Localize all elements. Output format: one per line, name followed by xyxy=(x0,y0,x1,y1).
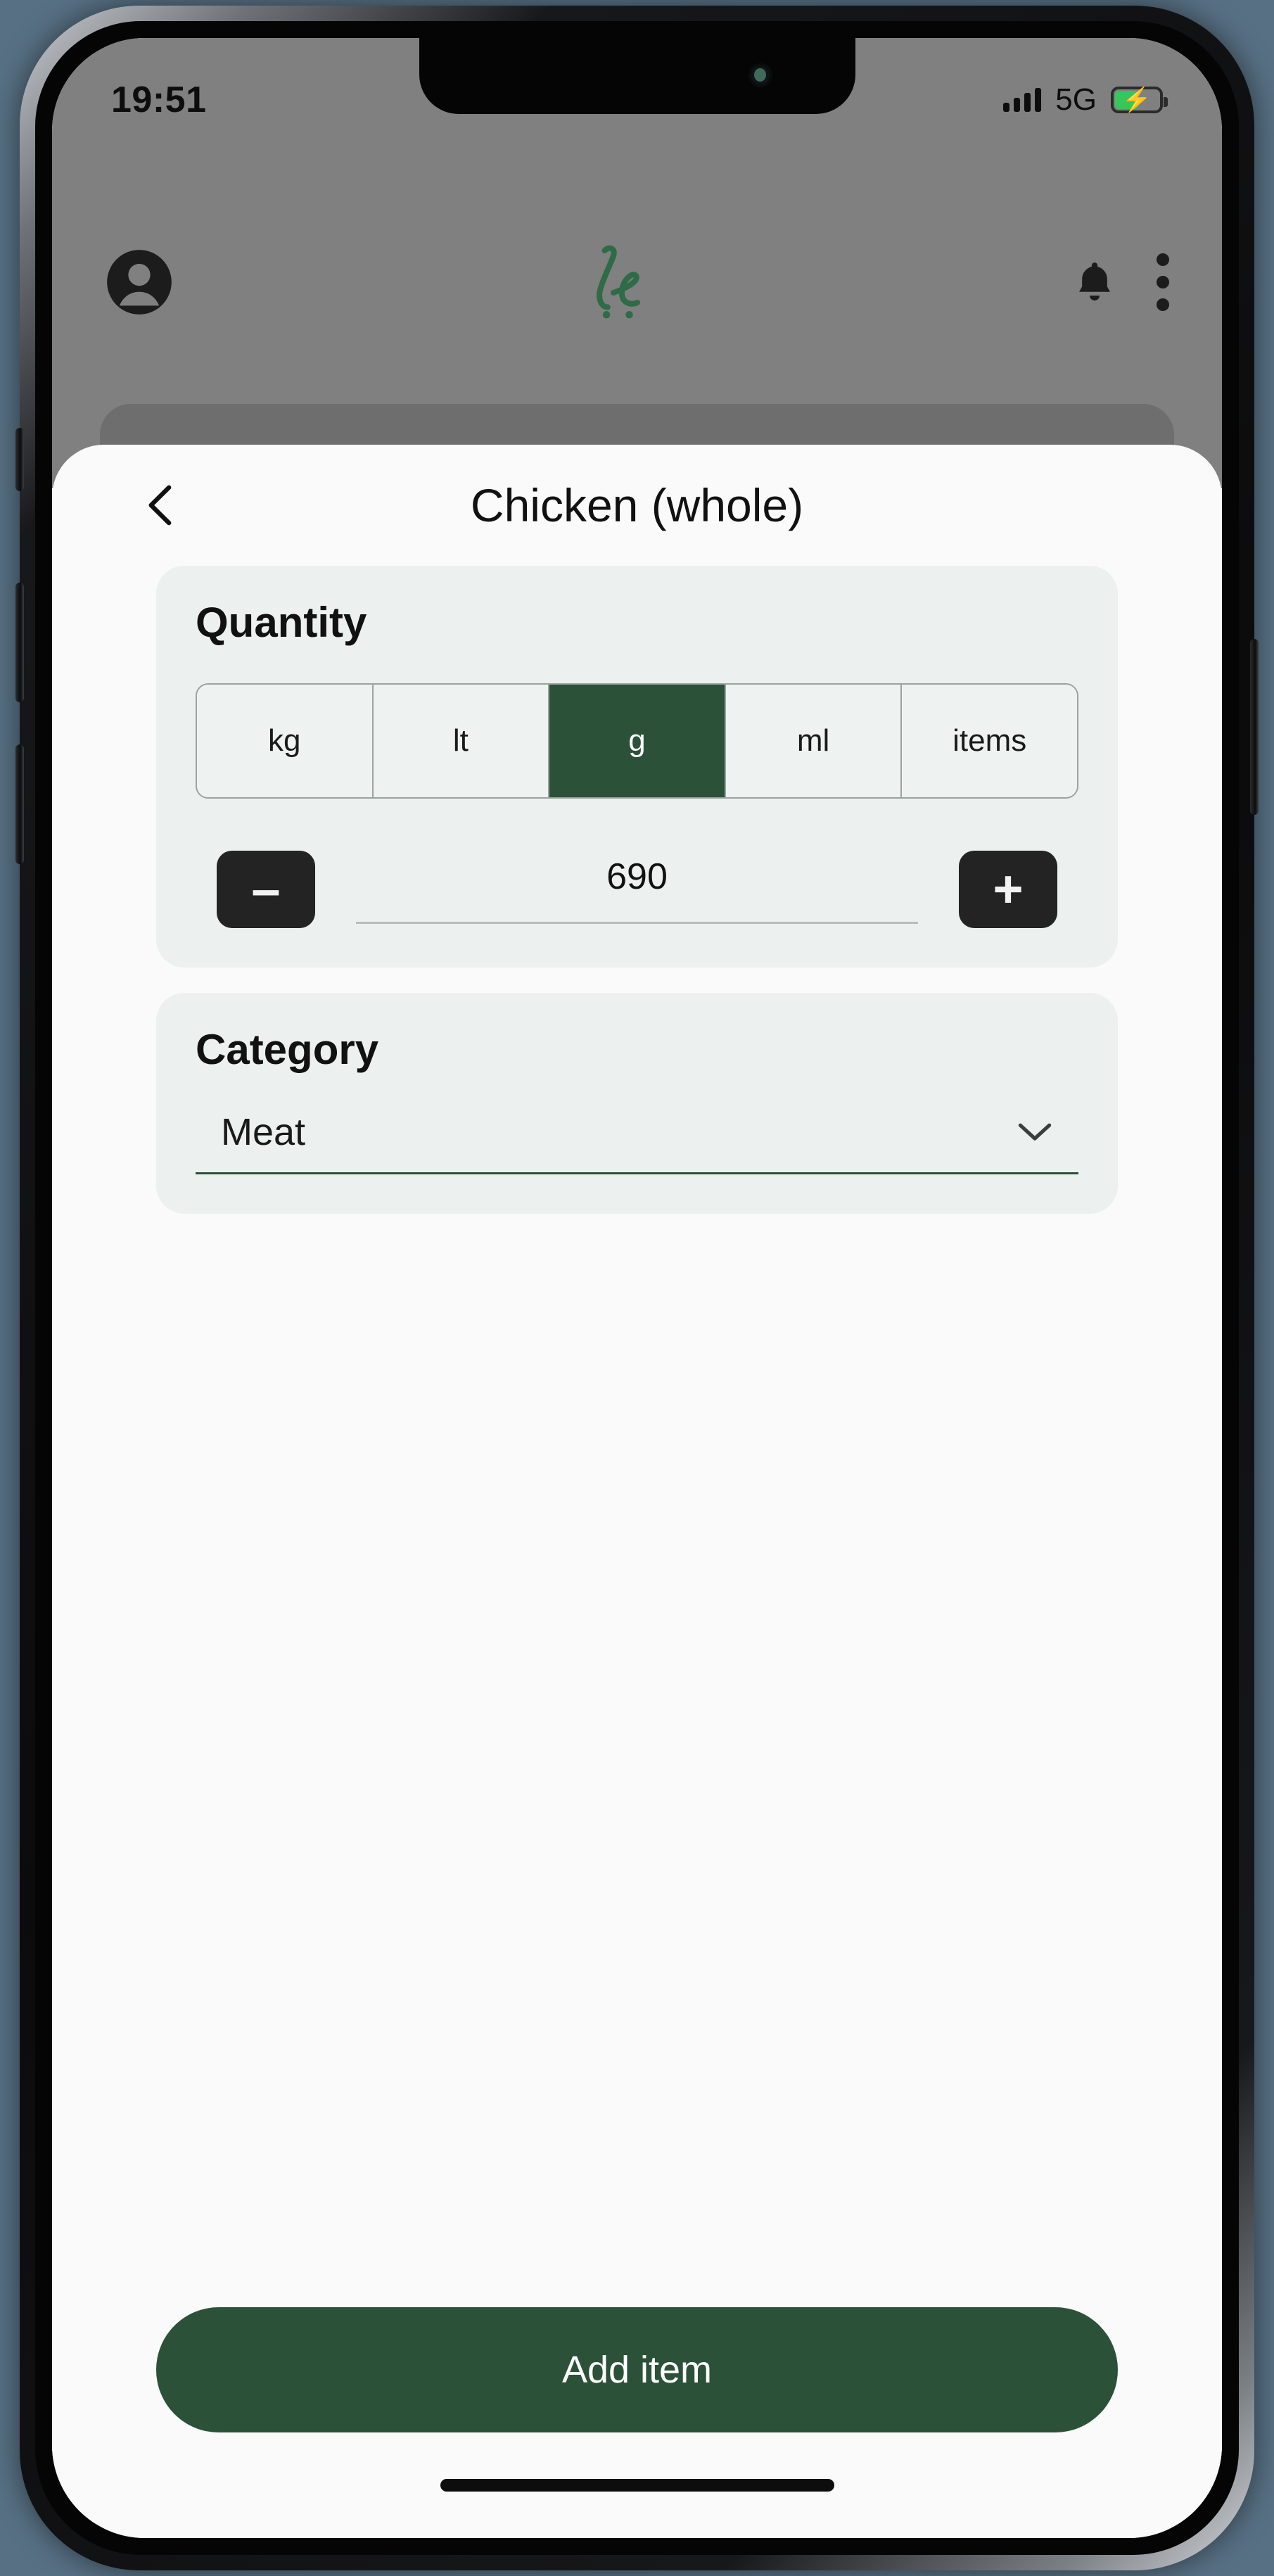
front-camera-icon xyxy=(748,63,772,87)
sheet-spacer xyxy=(52,1239,1222,2307)
sheet-header: Chicken (whole) xyxy=(52,445,1222,566)
chevron-down-icon xyxy=(1017,1121,1053,1143)
home-indicator-area xyxy=(52,2432,1222,2538)
category-card: Category Meat xyxy=(156,993,1118,1214)
sheet-footer: Add item xyxy=(52,2307,1222,2432)
status-bar-time: 19:51 xyxy=(111,80,207,120)
page-title: Chicken (whole) xyxy=(470,479,804,531)
account-circle-icon[interactable] xyxy=(104,247,174,317)
volume-up-button[interactable] xyxy=(15,583,24,702)
phone-screen: 19:51 5G ⚡ Chicken (whole) Quantity kg l… xyxy=(52,38,1222,2538)
unit-option-kg[interactable]: kg xyxy=(197,685,374,797)
unit-option-ml[interactable]: ml xyxy=(725,685,903,797)
volume-down-button[interactable] xyxy=(15,744,24,864)
home-indicator[interactable] xyxy=(440,2479,834,2492)
category-selected-value: Meat xyxy=(221,1111,306,1153)
unit-option-g[interactable]: g xyxy=(549,685,726,797)
quantity-section-title: Quantity xyxy=(196,599,367,646)
item-detail-bottom-sheet: Chicken (whole) Quantity kg lt g ml item… xyxy=(52,445,1222,2538)
charging-bolt-icon: ⚡ xyxy=(1121,87,1152,113)
category-dropdown[interactable]: Meat xyxy=(196,1110,1078,1174)
decrement-button[interactable]: – xyxy=(217,851,315,928)
unit-option-items[interactable]: items xyxy=(902,685,1077,797)
device-notch xyxy=(419,38,855,114)
increment-button[interactable]: + xyxy=(959,851,1057,928)
add-item-button[interactable]: Add item xyxy=(156,2307,1118,2432)
bell-icon[interactable] xyxy=(1073,257,1116,307)
quantity-input[interactable]: 690 xyxy=(356,856,918,924)
signal-bars-icon xyxy=(1003,88,1042,112)
network-type-label: 5G xyxy=(1055,82,1097,117)
silent-switch[interactable] xyxy=(15,428,24,491)
app-header xyxy=(52,215,1222,349)
quantity-card: Quantity kg lt g ml items – 690 + xyxy=(156,566,1118,967)
category-section-title: Category xyxy=(196,1026,379,1073)
status-bar-indicators: 5G ⚡ xyxy=(1003,82,1168,118)
back-button[interactable] xyxy=(136,480,187,531)
power-button[interactable] xyxy=(1250,639,1259,815)
battery-charging-icon: ⚡ xyxy=(1111,87,1168,113)
phone-device-frame: 19:51 5G ⚡ Chicken (whole) Quantity kg l… xyxy=(15,6,1259,2570)
header-actions xyxy=(1073,253,1170,311)
app-logo-script-icon xyxy=(571,240,677,324)
quantity-stepper: – 690 + xyxy=(196,851,1078,928)
unit-option-lt[interactable]: lt xyxy=(373,685,550,797)
kebab-menu-icon[interactable] xyxy=(1156,253,1170,311)
unit-segmented-control[interactable]: kg lt g ml items xyxy=(196,683,1078,799)
